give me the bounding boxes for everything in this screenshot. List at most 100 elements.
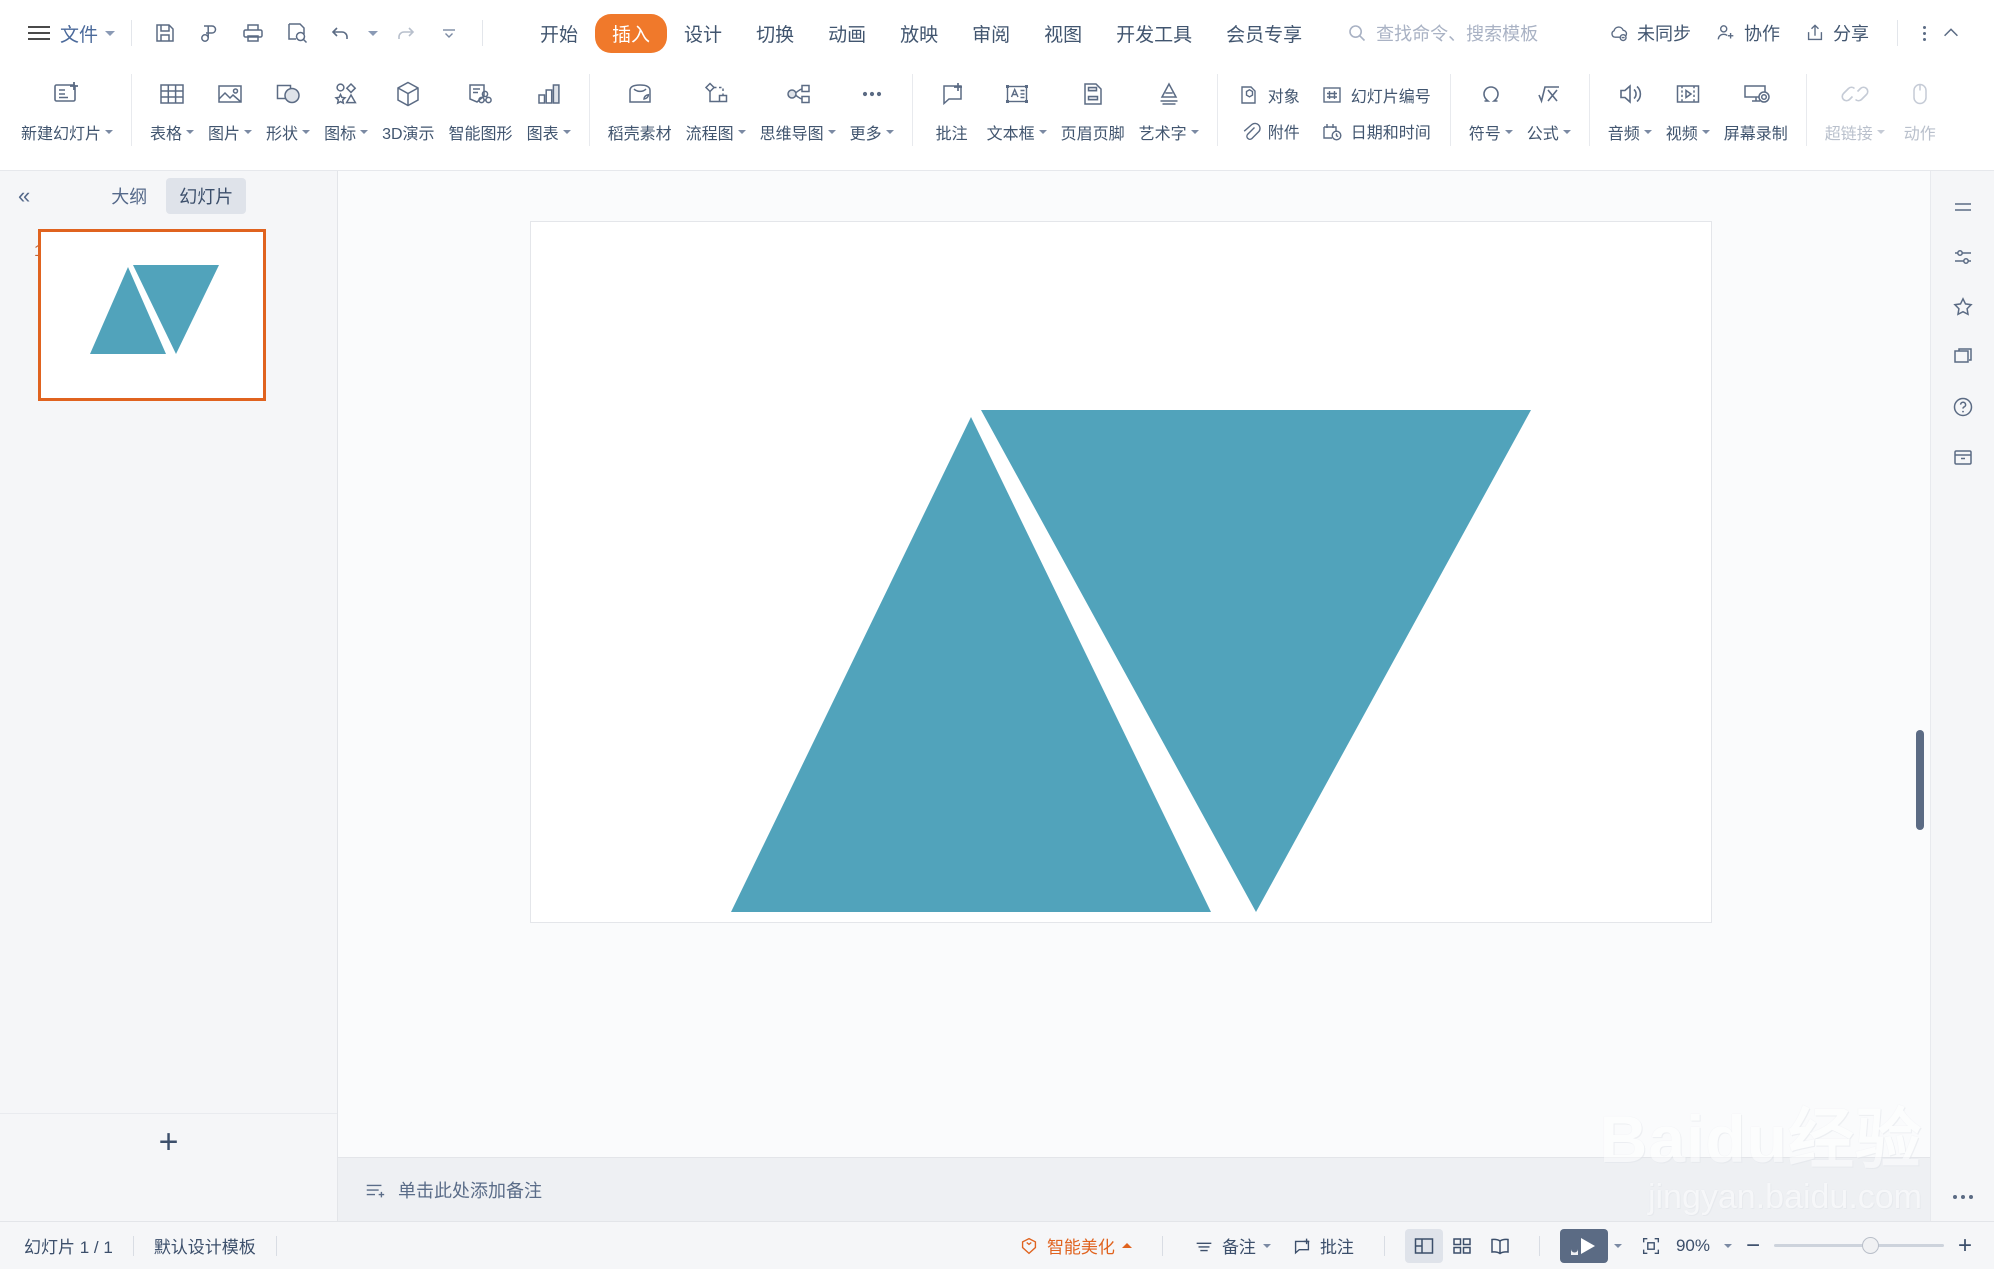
chevron-down-icon[interactable]	[1876, 130, 1885, 134]
add-slide-button[interactable]: +	[159, 1125, 179, 1159]
chevron-down-icon[interactable]	[1038, 130, 1047, 134]
sidebar-item-ruler[interactable]	[1940, 185, 1986, 229]
zoom-dropdown-icon[interactable]	[1723, 1243, 1732, 1248]
chevron-up-icon[interactable]	[1934, 16, 1968, 50]
sidebar-item-help[interactable]	[1940, 385, 1986, 429]
chevron-down-icon[interactable]	[827, 130, 836, 134]
notes-toggle-button[interactable]: 备注	[1183, 1228, 1281, 1263]
chevron-down-icon[interactable]	[1262, 1243, 1271, 1248]
ribbon-date-time[interactable]: 日期和时间	[1312, 115, 1439, 147]
view-sorter-button[interactable]	[1443, 1229, 1481, 1263]
caret-up-icon[interactable]	[1121, 1243, 1132, 1248]
ribbon-icons[interactable]: 图标	[317, 66, 375, 152]
chevron-down-icon[interactable]	[105, 30, 116, 36]
tab-start[interactable]: 开始	[523, 14, 595, 53]
tab-slideshow[interactable]: 放映	[883, 14, 955, 53]
tab-developer[interactable]: 开发工具	[1099, 14, 1209, 53]
notes-pane[interactable]: 单击此处添加备注	[338, 1157, 1930, 1221]
chevron-down-icon[interactable]	[737, 130, 746, 134]
ribbon-comment[interactable]: 批注	[924, 66, 980, 152]
chevron-down-icon[interactable]	[244, 130, 253, 134]
slide-thumbnail-1[interactable]	[38, 229, 266, 401]
cloud-save-icon[interactable]	[192, 16, 226, 50]
file-menu-button[interactable]: 文件	[60, 20, 98, 47]
ribbon-symbol[interactable]: 符号	[1462, 66, 1520, 152]
zoom-level-label[interactable]: 90%	[1676, 1236, 1710, 1256]
chevron-down-icon[interactable]	[885, 130, 894, 134]
redo-icon[interactable]	[388, 16, 422, 50]
ribbon-audio[interactable]: 音频	[1601, 66, 1659, 152]
ribbon-new-slide[interactable]: 新建幻灯片	[14, 66, 120, 152]
slide-editing-surface[interactable]	[531, 222, 1711, 922]
hamburger-icon[interactable]	[28, 25, 50, 41]
comment-toggle-button[interactable]: 批注	[1281, 1228, 1364, 1263]
chevron-down-icon[interactable]	[186, 130, 195, 134]
smart-beautify-button[interactable]: 智能美化	[1008, 1228, 1142, 1263]
double-chevron-left-icon[interactable]: «	[18, 183, 30, 209]
ribbon-hyperlink[interactable]: 超链接	[1818, 66, 1892, 152]
sidebar-item-design-idea[interactable]	[1940, 285, 1986, 329]
ribbon-flowchart[interactable]: 流程图	[679, 66, 753, 152]
chevron-down-icon[interactable]	[1190, 130, 1199, 134]
zoom-slider-thumb[interactable]	[1861, 1237, 1879, 1254]
ribbon-more[interactable]: 更多	[843, 66, 901, 152]
chevron-down-icon[interactable]	[1643, 130, 1652, 134]
zoom-in-button[interactable]: +	[1958, 1233, 1972, 1258]
ribbon-slide-number[interactable]: 幻灯片编号	[1312, 79, 1439, 111]
ribbon-attachment[interactable]: 附件	[1229, 115, 1308, 147]
start-slideshow-button[interactable]	[1559, 1228, 1608, 1263]
chevron-down-icon[interactable]	[1701, 130, 1710, 134]
undo-icon[interactable]	[324, 16, 358, 50]
view-reading-button[interactable]	[1481, 1229, 1519, 1263]
tab-animation[interactable]: 动画	[811, 14, 883, 53]
vertical-dots-icon[interactable]	[1914, 21, 1934, 45]
chevron-down-icon[interactable]	[562, 130, 571, 134]
ribbon-mindmap[interactable]: 思维导图	[753, 66, 843, 152]
canvas-vertical-scrollbar[interactable]	[1914, 730, 1926, 830]
ribbon-chart[interactable]: 图表	[520, 66, 578, 152]
chevron-down-icon[interactable]	[302, 130, 311, 134]
ribbon-table[interactable]: 表格	[143, 66, 201, 152]
ribbon-picture[interactable]: 图片	[201, 66, 259, 152]
print-icon[interactable]	[236, 16, 270, 50]
fit-to-window-button[interactable]	[1632, 1229, 1670, 1263]
view-normal-button[interactable]	[1404, 1228, 1443, 1263]
ribbon-textbox[interactable]: 文本框	[980, 66, 1054, 152]
chevron-down-icon[interactable]	[1562, 130, 1571, 134]
customize-qat-icon[interactable]	[432, 16, 466, 50]
ribbon-video[interactable]: 视频	[1659, 66, 1717, 152]
sidebar-item-more[interactable]	[1931, 1195, 1994, 1199]
tab-slides[interactable]: 幻灯片	[166, 178, 247, 214]
sidebar-item-format[interactable]	[1940, 235, 1986, 279]
sync-status-button[interactable]: 未同步	[1596, 15, 1703, 51]
slide-count-label[interactable]: 幻灯片 1 / 1	[24, 1233, 113, 1258]
undo-dropdown-icon[interactable]	[368, 30, 379, 36]
ribbon-smartart[interactable]: 智能图形	[442, 66, 520, 152]
collaborate-button[interactable]: 协作	[1703, 15, 1792, 51]
tab-member[interactable]: 会员专享	[1209, 14, 1319, 53]
ribbon-object[interactable]: 对象	[1229, 79, 1308, 111]
template-label[interactable]: 默认设计模板	[154, 1233, 256, 1258]
chevron-down-icon[interactable]	[360, 130, 369, 134]
print-preview-icon[interactable]	[280, 16, 314, 50]
ribbon-wordart[interactable]: 艺术字	[1132, 66, 1206, 152]
chevron-down-icon[interactable]	[1504, 130, 1513, 134]
ribbon-screen-record[interactable]: 屏幕录制	[1717, 66, 1795, 152]
tab-view[interactable]: 视图	[1027, 14, 1099, 53]
tab-insert[interactable]: 插入	[595, 13, 668, 53]
tab-design[interactable]: 设计	[667, 14, 739, 53]
zoom-slider-track[interactable]	[1773, 1237, 1944, 1254]
ribbon-docer[interactable]: 稻壳素材	[601, 66, 679, 152]
slideshow-dropdown-icon[interactable]	[1613, 1243, 1622, 1248]
ribbon-formula[interactable]: 公式	[1520, 66, 1578, 152]
ribbon-header-footer[interactable]: 页眉页脚	[1054, 66, 1132, 152]
zoom-out-button[interactable]: −	[1746, 1233, 1760, 1258]
tab-review[interactable]: 审阅	[955, 14, 1027, 53]
tab-transition[interactable]: 切换	[739, 14, 811, 53]
save-icon[interactable]	[148, 16, 182, 50]
share-button[interactable]: 分享	[1792, 15, 1881, 51]
ribbon-shape[interactable]: 形状	[259, 66, 317, 152]
slide-canvas-area[interactable]	[338, 171, 1930, 1221]
more-horizontal-icon[interactable]	[1953, 1195, 1973, 1199]
chevron-down-icon[interactable]	[105, 130, 114, 134]
